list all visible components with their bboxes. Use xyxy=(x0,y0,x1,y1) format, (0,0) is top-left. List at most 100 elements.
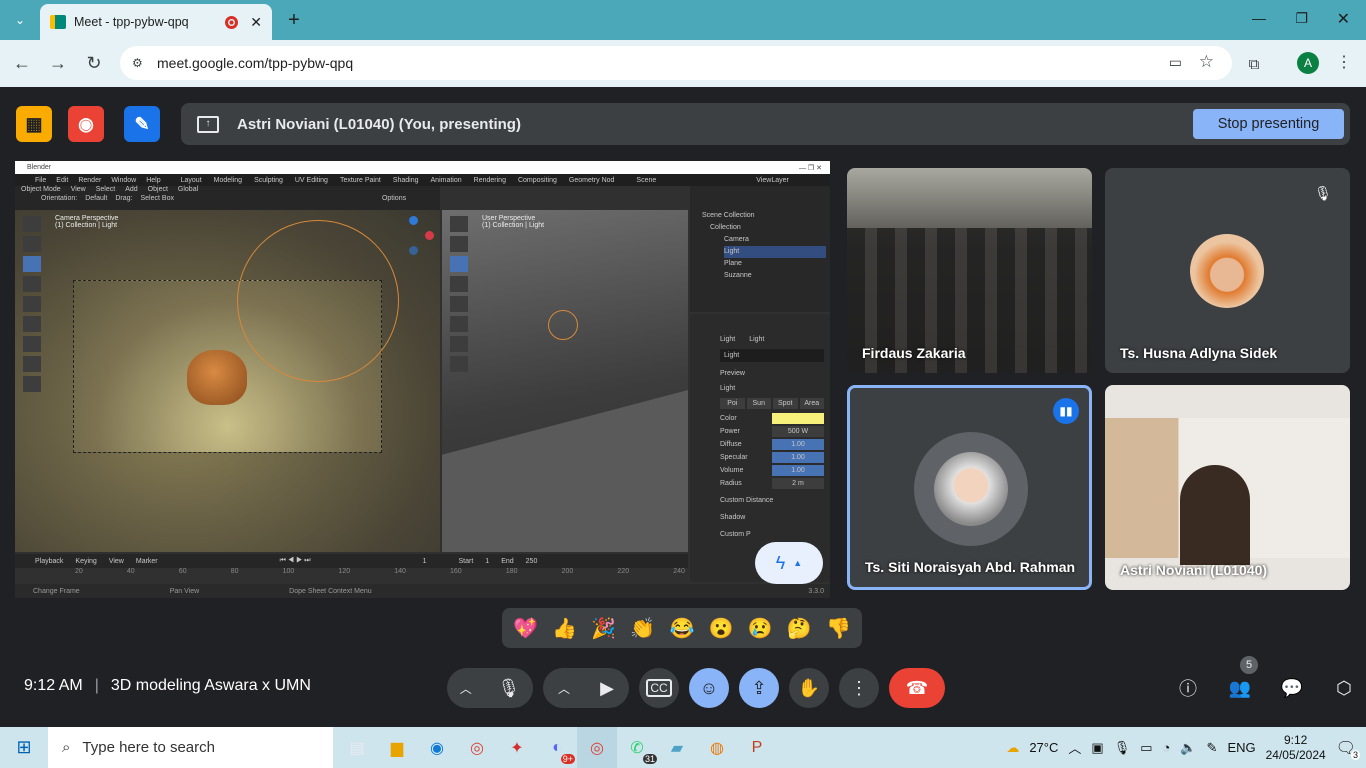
close-window-button[interactable]: ✕ xyxy=(1337,9,1350,29)
blender-menu-item[interactable]: Window xyxy=(111,177,136,184)
current-frame[interactable]: 1 xyxy=(423,558,427,565)
volume-icon[interactable]: 🔈 xyxy=(1180,740,1196,756)
raise-hand-button[interactable]: ✋ xyxy=(789,668,829,708)
back-button[interactable]: ← xyxy=(6,47,38,79)
light-type-button[interactable]: Area xyxy=(799,398,824,409)
blender-menu-item[interactable]: Render xyxy=(78,177,101,184)
camera-viewport[interactable]: Camera Perspective (1) Collection | Light xyxy=(15,210,440,552)
powerpoint-icon[interactable]: P xyxy=(737,727,777,768)
camera-control[interactable]: ︿ ▶ xyxy=(543,668,629,708)
light-section[interactable]: Light xyxy=(720,383,824,394)
blender-workspace-tabs[interactable]: Layout Modeling Sculpting UV Editing Texture… xyxy=(181,177,615,184)
presentation-controls[interactable]: ϟ ▲ xyxy=(755,542,823,584)
timeline-menu-item[interactable]: View xyxy=(109,558,124,565)
blender-viewlayer[interactable]: ViewLayer xyxy=(756,177,789,184)
chrome-icon[interactable]: ◎ xyxy=(457,727,497,768)
workspace-tab[interactable]: Animation xyxy=(431,177,462,184)
workspace-tab[interactable]: Modeling xyxy=(214,177,242,184)
property-value[interactable] xyxy=(772,413,824,424)
custom-distance-section[interactable]: Custom Distance xyxy=(720,495,824,506)
timeline-menu-item[interactable]: Keying xyxy=(75,558,96,565)
windows-start-icon[interactable]: ⊞ xyxy=(0,727,48,768)
reaction-emoji[interactable]: 👍 xyxy=(547,610,583,646)
participant-tile[interactable]: 🎙 Ts. Husna Adlyna Sidek xyxy=(1105,168,1350,373)
property-value[interactable]: 1.00 xyxy=(772,465,824,476)
task-view-icon[interactable]: ▤ xyxy=(337,727,377,768)
acrobat-icon[interactable]: ✦ xyxy=(497,727,537,768)
participant-tile-active[interactable]: ▮▮ Ts. Siti Noraisyah Abd. Rahman xyxy=(847,385,1092,590)
bookmark-star-icon[interactable]: ☆ xyxy=(1199,52,1214,72)
preview-section[interactable]: Preview xyxy=(720,368,824,379)
reaction-emoji[interactable]: 😮 xyxy=(703,610,739,646)
outliner-item[interactable]: Suzanne xyxy=(724,270,826,282)
property-row[interactable]: Diffuse 1.00 xyxy=(720,439,824,450)
timeline-menu-item[interactable]: Playback xyxy=(35,558,63,565)
mode-select[interactable]: Object Mode xyxy=(21,186,61,193)
tab-close-icon[interactable]: ✕ xyxy=(250,14,262,31)
camera-icon[interactable]: ▶ xyxy=(600,678,614,699)
blender-scene[interactable]: Scene xyxy=(636,177,656,184)
chat-button[interactable]: 💬 xyxy=(1272,668,1312,708)
people-button[interactable]: 👥 5 xyxy=(1220,656,1260,708)
custom-properties-section[interactable]: Custom P xyxy=(720,529,824,540)
property-value[interactable]: 500 W xyxy=(772,426,824,437)
props-breadcrumb-object[interactable]: Light xyxy=(720,334,735,345)
playback-controls[interactable]: ⏮ ◀ ▶ ⏭ xyxy=(280,557,311,565)
pen-icon[interactable]: ✎ xyxy=(1207,740,1218,756)
profile-avatar[interactable]: A xyxy=(1297,52,1319,74)
outliner-item[interactable]: Camera xyxy=(724,234,826,246)
light-name-field[interactable]: Light xyxy=(720,349,824,362)
blender-menu-item[interactable]: File xyxy=(35,177,46,184)
participant-tile[interactable]: Astri Noviani (L01040) xyxy=(1105,385,1350,590)
more-options-button[interactable]: ⋮ xyxy=(839,668,879,708)
reaction-emoji[interactable]: 👏 xyxy=(625,610,661,646)
status-hint[interactable]: Dope Sheet Context Menu xyxy=(289,588,372,595)
reaction-emoji[interactable]: 🎉 xyxy=(586,610,622,646)
property-row[interactable]: Radius 2 m xyxy=(720,478,824,489)
workspace-tab[interactable]: Sculpting xyxy=(254,177,283,184)
start-frame[interactable]: 1 xyxy=(485,558,489,565)
slides-addon-icon[interactable]: ▦ xyxy=(16,106,52,142)
whatsapp-icon[interactable]: ✆ 31 xyxy=(617,727,657,768)
props-breadcrumb-data[interactable]: Light xyxy=(749,334,764,345)
mic-icon[interactable]: 🎙 xyxy=(497,678,520,699)
end-frame[interactable]: 250 xyxy=(526,558,538,565)
light-type-buttons[interactable]: Poi Sun Spot Area xyxy=(720,398,824,409)
extensions-icon[interactable]: ⧉ xyxy=(1242,52,1266,76)
captions-button[interactable]: CC xyxy=(639,668,679,708)
user-perspective-viewport[interactable]: User Perspective (1) Collection | Light xyxy=(442,210,688,552)
chevron-up-icon[interactable]: ︿ xyxy=(558,680,570,697)
status-hint[interactable]: Change Frame xyxy=(33,588,80,595)
options-button[interactable]: Options xyxy=(382,195,406,202)
reaction-emoji[interactable]: 🤔 xyxy=(781,610,817,646)
timeline-track[interactable]: 20 40 60 80 100 120 140 160 180 200 220 240 xyxy=(15,568,688,584)
leave-call-button[interactable]: ☎ xyxy=(889,668,945,708)
mic-control[interactable]: ︿ 🎙 xyxy=(447,668,533,708)
outliner-item[interactable]: Light xyxy=(724,246,826,258)
property-value[interactable]: 2 m xyxy=(772,478,824,489)
workspace-tab[interactable]: Rendering xyxy=(474,177,506,184)
reaction-emoji[interactable]: 💖 xyxy=(508,610,544,646)
transform-select[interactable]: Global xyxy=(178,186,198,193)
chrome-active-icon[interactable]: ◎ xyxy=(577,727,617,768)
right-toolbar[interactable] xyxy=(450,216,468,406)
property-row[interactable]: Volume 1.00 xyxy=(720,465,824,476)
weather-icon[interactable]: ☁ xyxy=(1006,740,1019,756)
taskbar-search[interactable]: ⌕ Type here to search xyxy=(48,727,333,768)
shadow-section[interactable]: Shadow xyxy=(720,512,824,523)
tray-expand-icon[interactable]: ︿ xyxy=(1068,738,1081,757)
property-value[interactable]: 1.00 xyxy=(772,439,824,450)
record-addon-icon[interactable]: ◉ xyxy=(68,106,104,142)
new-tab-button[interactable]: + xyxy=(282,8,306,32)
viewport-menu-item[interactable]: Select xyxy=(96,186,115,193)
timeline-menu-item[interactable]: Marker xyxy=(136,558,158,565)
workspace-tab[interactable]: Shading xyxy=(393,177,419,184)
tab-search-button[interactable]: ⌄ xyxy=(8,8,32,32)
chevron-up-icon[interactable]: ︿ xyxy=(460,680,472,697)
file-explorer-icon[interactable]: ▆ xyxy=(377,727,417,768)
whiteboard-addon-icon[interactable]: ✎ xyxy=(124,106,160,142)
minimize-button[interactable]: — xyxy=(1252,10,1266,26)
notes-app-icon[interactable]: ▰ xyxy=(657,727,697,768)
address-bar[interactable]: ⚙ meet.google.com/tpp-pybw-qpq ▭ ☆ xyxy=(120,46,1232,80)
viewport-menu-item[interactable]: View xyxy=(71,186,86,193)
